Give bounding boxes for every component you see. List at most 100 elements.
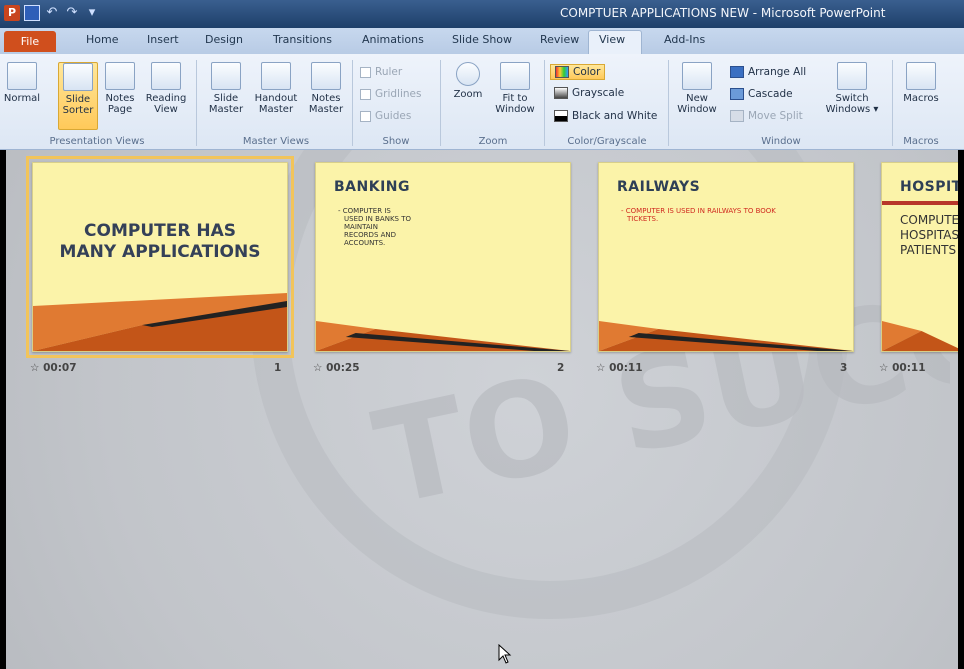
tab-transitions[interactable]: Transitions [273, 33, 332, 46]
slide-thumbnail-1[interactable]: COMPUTER HAS MANY APPLICATIONS [26, 156, 294, 358]
handout-master-button[interactable]: Handout Master [250, 62, 302, 124]
reading-view-icon [151, 62, 181, 90]
ruler-checkbox[interactable]: Ruler [360, 66, 402, 78]
undo-icon[interactable]: ↶ [44, 5, 60, 21]
slide-1-text-line-2: MANY APPLICATIONS [59, 242, 261, 262]
separator [196, 60, 197, 146]
switch-windows-button[interactable]: Switch Windows ▾ [822, 62, 882, 124]
handout-master-icon [261, 62, 291, 90]
slide-sorter-icon [63, 63, 93, 91]
slide-4-timing: ☆ 00:11 [879, 362, 926, 374]
tab-add-ins[interactable]: Add-Ins [664, 33, 705, 46]
separator [892, 60, 893, 146]
slide-thumbnail-4[interactable]: HOSPIT COMPUTE HOSPITAS PATIENTS [881, 162, 964, 352]
tab-view[interactable]: View [599, 33, 625, 46]
slide-1-timing: ☆ 00:07 [30, 362, 77, 374]
cascade-button[interactable]: Cascade [730, 88, 793, 100]
black-and-white-button[interactable]: Black and White [554, 110, 657, 122]
move-split-button[interactable]: Move Split [730, 110, 803, 122]
normal-view-icon [7, 62, 37, 90]
mouse-cursor-icon [498, 644, 512, 664]
slide-master-icon [211, 62, 241, 90]
notes-master-button[interactable]: Notes Master [304, 62, 348, 124]
slide-2-number: 2 [557, 362, 565, 374]
powerpoint-app-icon[interactable]: P [4, 5, 20, 21]
window-group-label: Window [761, 136, 801, 147]
tab-file[interactable]: File [4, 31, 56, 52]
slide-1-text-line-1: COMPUTER HAS [84, 221, 236, 241]
ruler-check [360, 66, 371, 78]
save-icon[interactable] [24, 5, 40, 21]
gridlines-checkbox[interactable]: Gridlines [360, 88, 421, 100]
slide-3-body: - COMPUTER IS USED IN RAILWAYS TO BOOK T… [621, 207, 776, 223]
slide-swoosh-graphic [33, 293, 287, 351]
black-white-icon [554, 110, 568, 122]
separator [440, 60, 441, 146]
slide-master-button[interactable]: Slide Master [206, 62, 246, 124]
normal-view-button[interactable]: Normal [2, 62, 42, 124]
slide-sorter-workspace[interactable]: TO SUCC COMPUTER HAS MANY APPLICATIONS ☆… [0, 150, 964, 669]
tab-animations[interactable]: Animations [362, 33, 424, 46]
presentation-views-group-label: Presentation Views [49, 136, 145, 147]
color-icon [555, 66, 569, 78]
tab-slide-show[interactable]: Slide Show [452, 33, 512, 46]
tab-design[interactable]: Design [205, 33, 243, 46]
slide-3-timing: ☆ 00:11 [596, 362, 643, 374]
show-group-label: Show [382, 136, 410, 147]
slide-2-body: - COMPUTER IS USED IN BANKS TO MAINTAIN … [338, 207, 412, 247]
slide-4-title: HOSPIT [900, 179, 962, 195]
tab-insert[interactable]: Insert [147, 33, 179, 46]
switch-windows-icon [837, 62, 867, 90]
tab-review[interactable]: Review [540, 33, 579, 46]
ribbon: Normal Slide Sorter Notes Page Reading V… [0, 54, 964, 150]
left-border [0, 150, 6, 669]
color-grayscale-group-label: Color/Grayscale [567, 136, 647, 147]
magnifier-icon [456, 62, 480, 86]
quick-access-toolbar: P ↶ ↷ ▾ [4, 5, 100, 21]
redo-icon[interactable]: ↷ [64, 5, 80, 21]
window-title: COMPTUER APPLICATIONS NEW - Microsoft Po… [560, 6, 886, 20]
zoom-button[interactable]: Zoom [448, 62, 488, 124]
guides-check [360, 110, 371, 122]
reading-view-button[interactable]: Reading View [142, 62, 190, 124]
fit-to-window-button[interactable]: Fit to Window [490, 62, 540, 124]
slide-swoosh-graphic [316, 321, 570, 351]
new-window-button[interactable]: New Window [674, 62, 720, 124]
guides-checkbox[interactable]: Guides [360, 110, 411, 122]
master-views-group-label: Master Views [242, 136, 310, 147]
macros-group-label: Macros [903, 136, 939, 147]
new-window-icon [682, 62, 712, 90]
slide-sorter-button[interactable]: Slide Sorter [58, 62, 98, 130]
color-button[interactable]: Color [550, 64, 606, 80]
slide-3-number: 3 [840, 362, 848, 374]
separator [544, 60, 545, 146]
separator [668, 60, 669, 146]
arrange-all-button[interactable]: Arrange All [730, 66, 806, 78]
arrange-all-icon [730, 66, 744, 78]
slide-thumbnail-3[interactable]: RAILWAYS - COMPUTER IS USED IN RAILWAYS … [598, 162, 854, 352]
slide-swoosh-graphic [599, 321, 853, 351]
notes-page-button[interactable]: Notes Page [102, 62, 138, 124]
zoom-group-label: Zoom [478, 136, 508, 147]
fit-to-window-icon [500, 62, 530, 90]
slide-4-title-bar [882, 201, 964, 205]
right-border [958, 150, 964, 669]
ribbon-tabs: File Home Insert Design Transitions Anim… [0, 28, 964, 54]
grayscale-icon [554, 87, 568, 99]
cascade-icon [730, 88, 744, 100]
slide-2-title: BANKING [334, 179, 410, 195]
macros-icon [906, 62, 936, 90]
title-bar: P ↶ ↷ ▾ COMPTUER APPLICATIONS NEW - Micr… [0, 0, 964, 28]
gridlines-check [360, 88, 371, 100]
customize-toolbar-icon[interactable]: ▾ [84, 5, 100, 21]
slide-3-title: RAILWAYS [617, 179, 701, 195]
slide-4-body: COMPUTE HOSPITAS PATIENTS [900, 213, 960, 257]
notes-page-icon [105, 62, 135, 90]
tab-home[interactable]: Home [86, 33, 118, 46]
grayscale-button[interactable]: Grayscale [554, 87, 624, 99]
separator [352, 60, 353, 146]
slide-1-number: 1 [274, 362, 282, 374]
move-split-icon [730, 110, 744, 122]
macros-button[interactable]: Macros [898, 62, 944, 124]
slide-thumbnail-2[interactable]: BANKING - COMPUTER IS USED IN BANKS TO M… [315, 162, 571, 352]
